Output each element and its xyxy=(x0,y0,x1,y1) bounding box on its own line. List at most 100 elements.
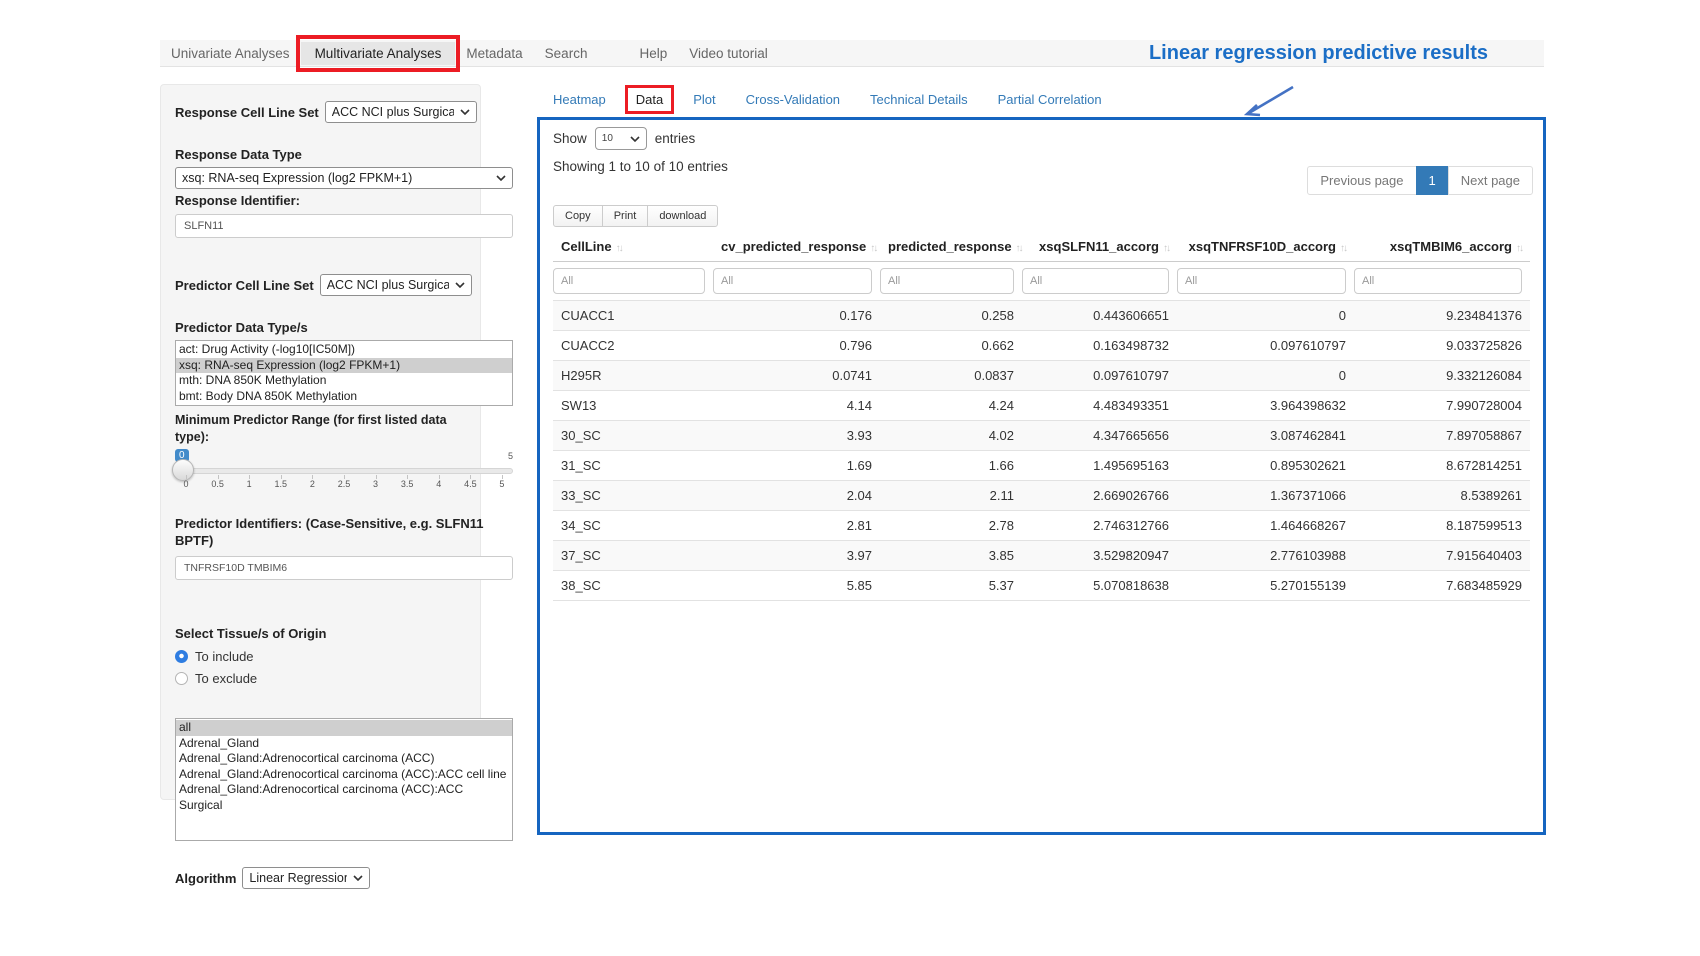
cell-value: 2.81 xyxy=(713,511,880,541)
nav-item-label: Multivariate Analyses xyxy=(315,46,442,61)
cell-value: 4.347665656 xyxy=(1022,421,1177,451)
cell-value: 4.02 xyxy=(880,421,1022,451)
tab-partial-correlation[interactable]: Partial Correlation xyxy=(998,92,1102,107)
table-row: 34_SC 2.81 2.78 2.746312766 1.464668267 … xyxy=(553,511,1530,541)
annotation-arrow-icon xyxy=(1236,84,1298,120)
cell-value: 0.258 xyxy=(880,301,1022,331)
cell-value: 0.0741 xyxy=(713,361,880,391)
predictor-cell-line-set-select[interactable]: ACC NCI plus Surgical xyxy=(320,274,472,296)
chevron-down-icon xyxy=(460,109,470,115)
page: Univariate Analyses Multivariate Analyse… xyxy=(0,0,1700,956)
table-row: CUACC1 0.176 0.258 0.443606651 0 9.23484… xyxy=(553,301,1530,331)
previous-page-button[interactable]: Previous page xyxy=(1307,166,1416,195)
tab-data[interactable]: Data xyxy=(636,92,663,107)
filter-input-xsqslfn11-accorg[interactable] xyxy=(1022,268,1169,294)
chevron-down-icon xyxy=(496,175,506,181)
cell-value: 9.033725826 xyxy=(1354,331,1530,361)
column-header-xsqtmbim6-accorg[interactable]: xsqTMBIM6_accorg↑↓ xyxy=(1354,234,1530,262)
table-filter-row xyxy=(553,262,1530,301)
slider-tick-labels: 0 0.5 1 1.5 2 2.5 3 3.5 4 4.5 5 xyxy=(177,479,511,489)
response-data-type-label: Response Data Type xyxy=(175,146,466,163)
tissue-include-label: To include xyxy=(195,649,254,664)
cell-value: 0.163498732 xyxy=(1022,331,1177,361)
tissue-option[interactable]: Adrenal_Gland:Adrenocortical carcinoma (… xyxy=(176,751,512,767)
table-row: SW13 4.14 4.24 4.483493351 3.964398632 7… xyxy=(553,391,1530,421)
nav-item-search[interactable]: Search xyxy=(534,42,599,65)
response-data-type-select[interactable]: xsq: RNA-seq Expression (log2 FPKM+1) xyxy=(175,167,513,189)
page-size-select[interactable]: 10 xyxy=(595,127,647,150)
tissue-option-selected[interactable]: all xyxy=(176,720,512,736)
predictor-data-type-option[interactable]: bmt: Body DNA 850K Methylation xyxy=(176,389,512,405)
nav-item-help[interactable]: Help xyxy=(628,42,678,65)
tab-plot[interactable]: Plot xyxy=(693,92,715,107)
cell-cellline: H295R xyxy=(553,361,713,391)
tab-cross-validation[interactable]: Cross-Validation xyxy=(746,92,840,107)
response-identifier-input[interactable] xyxy=(175,214,513,238)
predictor-data-type-option-selected[interactable]: xsq: RNA-seq Expression (log2 FPKM+1) xyxy=(176,358,512,374)
column-header-cellline[interactable]: CellLine↑↓ xyxy=(553,234,713,262)
cell-value: 4.483493351 xyxy=(1022,391,1177,421)
filter-input-cellline[interactable] xyxy=(553,268,705,294)
copy-button[interactable]: Copy xyxy=(553,205,603,227)
column-header-xsqtnfrsf10d-accorg[interactable]: xsqTNFRSF10D_accorg↑↓ xyxy=(1177,234,1354,262)
cell-value: 0.443606651 xyxy=(1022,301,1177,331)
tissue-option[interactable]: Adrenal_Gland:Adrenocortical carcinoma (… xyxy=(176,782,512,813)
tissue-option[interactable]: Adrenal_Gland xyxy=(176,736,512,752)
slider-track[interactable] xyxy=(175,468,513,474)
cell-cellline: CUACC1 xyxy=(553,301,713,331)
cell-value: 3.93 xyxy=(713,421,880,451)
cell-value: 4.24 xyxy=(880,391,1022,421)
radio-selected-icon xyxy=(175,650,188,663)
filter-input-xsqtnfrsf10d-accorg[interactable] xyxy=(1177,268,1346,294)
predictor-cell-line-set-label: Predictor Cell Line Set xyxy=(175,277,314,294)
tab-data-label: Data xyxy=(636,92,663,107)
download-button[interactable]: download xyxy=(647,205,718,227)
response-data-type-value: xsq: RNA-seq Expression (log2 FPKM+1) xyxy=(182,171,412,185)
sort-arrows-icon: ↑↓ xyxy=(1340,243,1346,254)
table-row: CUACC2 0.796 0.662 0.163498732 0.0976107… xyxy=(553,331,1530,361)
cell-value: 2.776103988 xyxy=(1177,541,1354,571)
entries-label: entries xyxy=(655,131,696,146)
cell-value: 2.669026766 xyxy=(1022,481,1177,511)
cell-value: 7.897058867 xyxy=(1354,421,1530,451)
tissue-option[interactable]: Adrenal_Gland:Adrenocortical carcinoma (… xyxy=(176,767,512,783)
predictor-identifiers-input[interactable] xyxy=(175,556,513,580)
tab-technical-details[interactable]: Technical Details xyxy=(870,92,968,107)
cell-value: 0.176 xyxy=(713,301,880,331)
response-cell-line-set-select[interactable]: ACC NCI plus Surgical xyxy=(325,101,477,123)
tissue-include-radio[interactable]: To include xyxy=(175,649,466,664)
slider-handle[interactable] xyxy=(172,459,194,481)
tab-heatmap[interactable]: Heatmap xyxy=(553,92,606,107)
filter-input-predicted-response[interactable] xyxy=(880,268,1014,294)
tick-label: 5 xyxy=(493,479,511,489)
filter-input-cv-predicted-response[interactable] xyxy=(713,268,872,294)
page-number-button[interactable]: 1 xyxy=(1416,166,1449,195)
chevron-down-icon xyxy=(353,875,363,881)
predictor-data-type-option[interactable]: mth: DNA 850K Methylation xyxy=(176,373,512,389)
next-page-button[interactable]: Next page xyxy=(1448,166,1533,195)
nav-item-metadata[interactable]: Metadata xyxy=(455,42,533,65)
nav-item-univariate-analyses[interactable]: Univariate Analyses xyxy=(160,42,301,65)
tick-label: 4.5 xyxy=(461,479,479,489)
tissue-exclude-radio[interactable]: To exclude xyxy=(175,671,466,686)
algorithm-select[interactable]: Linear Regression xyxy=(242,867,370,889)
cell-cellline: CUACC2 xyxy=(553,331,713,361)
table-row: 33_SC 2.04 2.11 2.669026766 1.367371066 … xyxy=(553,481,1530,511)
column-header-predicted-response[interactable]: predicted_response↑↓ xyxy=(880,234,1022,262)
export-button-group: Copy Print download xyxy=(553,205,718,227)
cell-value: 3.97 xyxy=(713,541,880,571)
sort-arrows-icon: ↑↓ xyxy=(870,243,876,254)
page-size-value: 10 xyxy=(602,133,613,144)
print-button[interactable]: Print xyxy=(602,205,649,227)
tick-label: 3.5 xyxy=(398,479,416,489)
nav-item-multivariate-analyses[interactable]: Multivariate Analyses xyxy=(301,42,456,65)
nav-item-video-tutorial[interactable]: Video tutorial xyxy=(678,42,779,65)
predictor-data-type-option[interactable]: act: Drug Activity (-log10[IC50M]) xyxy=(176,342,512,358)
table-row: 31_SC 1.69 1.66 1.495695163 0.895302621 … xyxy=(553,451,1530,481)
cell-value: 5.85 xyxy=(713,571,880,601)
chevron-down-icon xyxy=(455,282,465,288)
cell-value: 0.662 xyxy=(880,331,1022,361)
filter-input-xsqtmbim6-accorg[interactable] xyxy=(1354,268,1522,294)
column-header-xsqslfn11-accorg[interactable]: xsqSLFN11_accorg↑↓ xyxy=(1022,234,1177,262)
column-header-cv-predicted-response[interactable]: cv_predicted_response↑↓ xyxy=(713,234,880,262)
